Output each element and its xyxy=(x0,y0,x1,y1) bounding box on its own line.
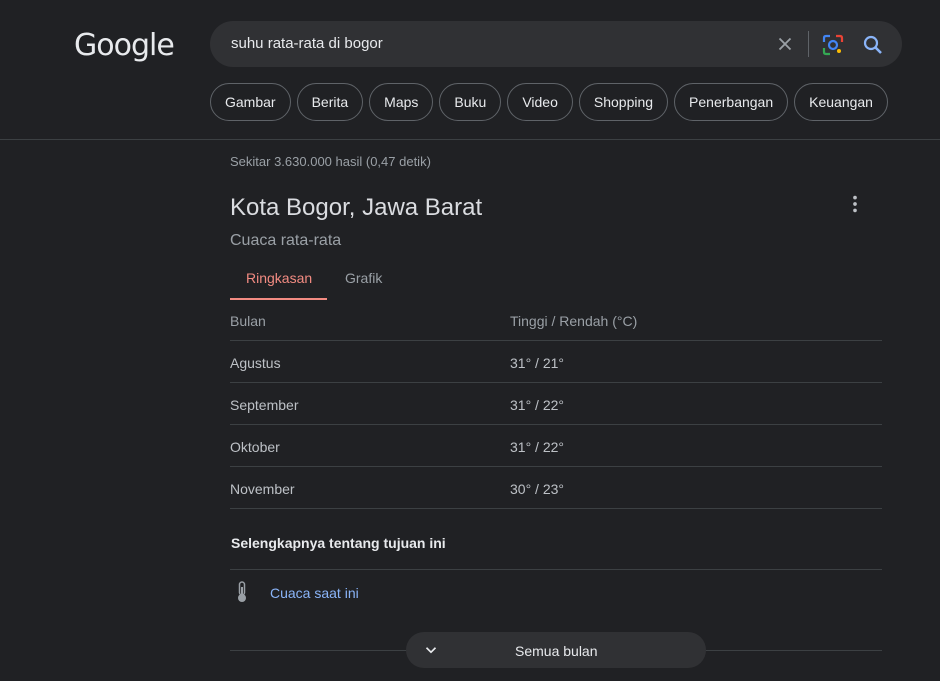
clear-icon[interactable] xyxy=(774,33,796,55)
card-subtitle: Cuaca rata-rata xyxy=(230,232,342,249)
temp-cell: 30° / 23° xyxy=(510,481,565,497)
google-lens-icon[interactable] xyxy=(821,33,845,57)
place-title: Kota Bogor, Jawa Barat xyxy=(230,194,483,221)
header-divider xyxy=(0,139,940,140)
table-row: November 30° / 23° xyxy=(230,467,882,509)
chip-gambar[interactable]: Gambar xyxy=(210,83,291,121)
table-row: September 31° / 22° xyxy=(230,383,882,425)
table-header: Bulan Tinggi / Rendah (°C) xyxy=(230,298,882,341)
all-months-button[interactable]: Semua bulan xyxy=(406,632,706,668)
search-input[interactable]: suhu rata-rata di bogor xyxy=(231,35,383,52)
tab-grafik[interactable]: Grafik xyxy=(345,270,382,286)
chip-maps[interactable]: Maps xyxy=(369,83,434,121)
active-tab-indicator xyxy=(230,298,327,300)
temp-cell: 31° / 22° xyxy=(510,397,565,413)
temp-cell: 31° / 21° xyxy=(510,355,565,371)
search-filter-chips: Gambar Berita Maps Buku Video Shopping P… xyxy=(210,83,888,123)
chevron-down-icon xyxy=(425,647,437,654)
search-icon[interactable] xyxy=(861,33,885,57)
more-about-heading: Selengkapnya tentang tujuan ini xyxy=(231,535,446,551)
month-cell: Agustus xyxy=(230,355,281,371)
current-weather-link[interactable]: Cuaca saat ini xyxy=(270,585,359,601)
table-row: Oktober 31° / 22° xyxy=(230,425,882,467)
month-cell: Oktober xyxy=(230,439,280,455)
google-logo[interactable]: Google xyxy=(74,28,175,63)
chip-keuangan[interactable]: Keuangan xyxy=(794,83,888,121)
search-divider xyxy=(808,31,809,57)
result-stats: Sekitar 3.630.000 hasil (0,47 detik) xyxy=(230,154,431,169)
thermometer-icon xyxy=(238,581,246,602)
temp-cell: 31° / 22° xyxy=(510,439,565,455)
chip-buku[interactable]: Buku xyxy=(439,83,502,121)
header-high-low: Tinggi / Rendah (°C) xyxy=(510,313,638,329)
section-divider xyxy=(230,569,882,570)
tab-ringkasan[interactable]: Ringkasan xyxy=(246,270,312,286)
more-vert-icon[interactable] xyxy=(844,193,866,215)
chip-penerbangan[interactable]: Penerbangan xyxy=(674,83,789,121)
month-cell: November xyxy=(230,481,295,497)
header-month: Bulan xyxy=(230,313,266,329)
chip-video[interactable]: Video xyxy=(507,83,573,121)
chip-berita[interactable]: Berita xyxy=(296,83,364,121)
chip-shopping[interactable]: Shopping xyxy=(578,83,669,121)
table-row: Agustus 31° / 21° xyxy=(230,341,882,383)
month-cell: September xyxy=(230,397,299,413)
weather-table: Bulan Tinggi / Rendah (°C) Agustus 31° /… xyxy=(230,298,882,509)
search-box[interactable]: suhu rata-rata di bogor xyxy=(210,21,902,67)
all-months-label: Semua bulan xyxy=(515,643,598,659)
